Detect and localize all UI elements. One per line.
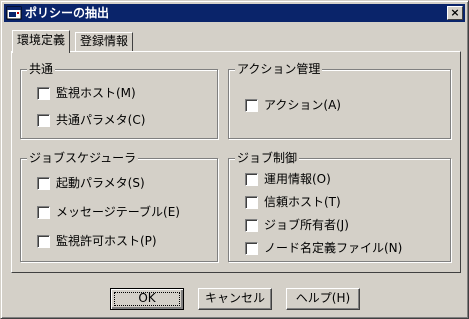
checkbox-monitor-host[interactable]: 監視ホスト(M)	[37, 86, 136, 102]
group-job-scheduler: ジョブスケジューラ 起動パラメタ(S) メッセージテーブル(E) 監視許可ホスト…	[20, 151, 218, 262]
checkbox-box[interactable]	[245, 219, 258, 232]
tab-environment-definition[interactable]: 環境定義	[12, 30, 71, 53]
help-label: ヘルプ(H)	[295, 291, 351, 305]
checkbox-box[interactable]	[37, 114, 50, 127]
checkbox-monitor-permit-host[interactable]: 監視許可ホスト(P)	[37, 234, 157, 250]
ok-button[interactable]: OK	[110, 288, 184, 310]
cancel-button[interactable]: キャンセル	[198, 288, 272, 310]
checkbox-box[interactable]	[245, 173, 258, 186]
focus-rect	[114, 292, 180, 306]
checkbox-box[interactable]	[245, 196, 258, 209]
checkbox-action[interactable]: アクション(A)	[245, 98, 341, 114]
checkbox-node-name-definition[interactable]: ノード名定義ファイル(N)	[245, 241, 402, 257]
checkbox-box[interactable]	[37, 87, 50, 100]
tab-panel: 共通 監視ホスト(M) 共通パラメタ(C) アクション管理 アクション(A) ジ…	[11, 51, 461, 273]
tab-label: 登録情報	[80, 34, 129, 48]
group-common: 共通 監視ホスト(M) 共通パラメタ(C)	[20, 62, 218, 139]
group-title: ジョブ制御	[235, 151, 300, 165]
checkbox-operation-info[interactable]: 運用情報(O)	[245, 172, 331, 188]
checkbox-common-params[interactable]: 共通パラメタ(C)	[37, 113, 145, 129]
checkbox-job-owner[interactable]: ジョブ所有者(J)	[245, 218, 349, 234]
checkbox-box[interactable]	[245, 99, 258, 112]
cancel-label: キャンセル	[204, 291, 265, 305]
group-title: 共通	[27, 62, 56, 76]
tab-registration-info[interactable]: 登録情報	[75, 32, 134, 52]
checkbox-message-table[interactable]: メッセージテーブル(E)	[37, 205, 180, 221]
help-button[interactable]: ヘルプ(H)	[286, 288, 360, 310]
checkbox-box[interactable]	[37, 177, 50, 190]
group-title: アクション管理	[235, 62, 323, 76]
group-action-management: アクション管理 アクション(A)	[228, 62, 451, 139]
tab-label: 環境定義	[17, 33, 66, 47]
close-button[interactable]: ×	[447, 6, 463, 20]
group-job-control: ジョブ制御 運用情報(O) 信頼ホスト(T) ジョブ所有者(J) ノード名定義フ…	[228, 151, 451, 262]
app-icon	[6, 6, 22, 20]
checkbox-box[interactable]	[37, 206, 50, 219]
window-title: ポリシーの抽出	[25, 6, 110, 20]
checkbox-box[interactable]	[245, 242, 258, 255]
group-title: ジョブスケジューラ	[27, 151, 139, 165]
checkbox-startup-params[interactable]: 起動パラメタ(S)	[37, 176, 145, 192]
checkbox-box[interactable]	[37, 235, 50, 248]
policy-extract-dialog: ポリシーの抽出 × 環境定義 登録情報 共通 監視ホスト(M) 共通パラメタ(C…	[0, 0, 469, 319]
close-icon: ×	[450, 6, 460, 19]
title-bar[interactable]: ポリシーの抽出 ×	[4, 4, 465, 22]
checkbox-trusted-host[interactable]: 信頼ホスト(T)	[245, 195, 341, 211]
